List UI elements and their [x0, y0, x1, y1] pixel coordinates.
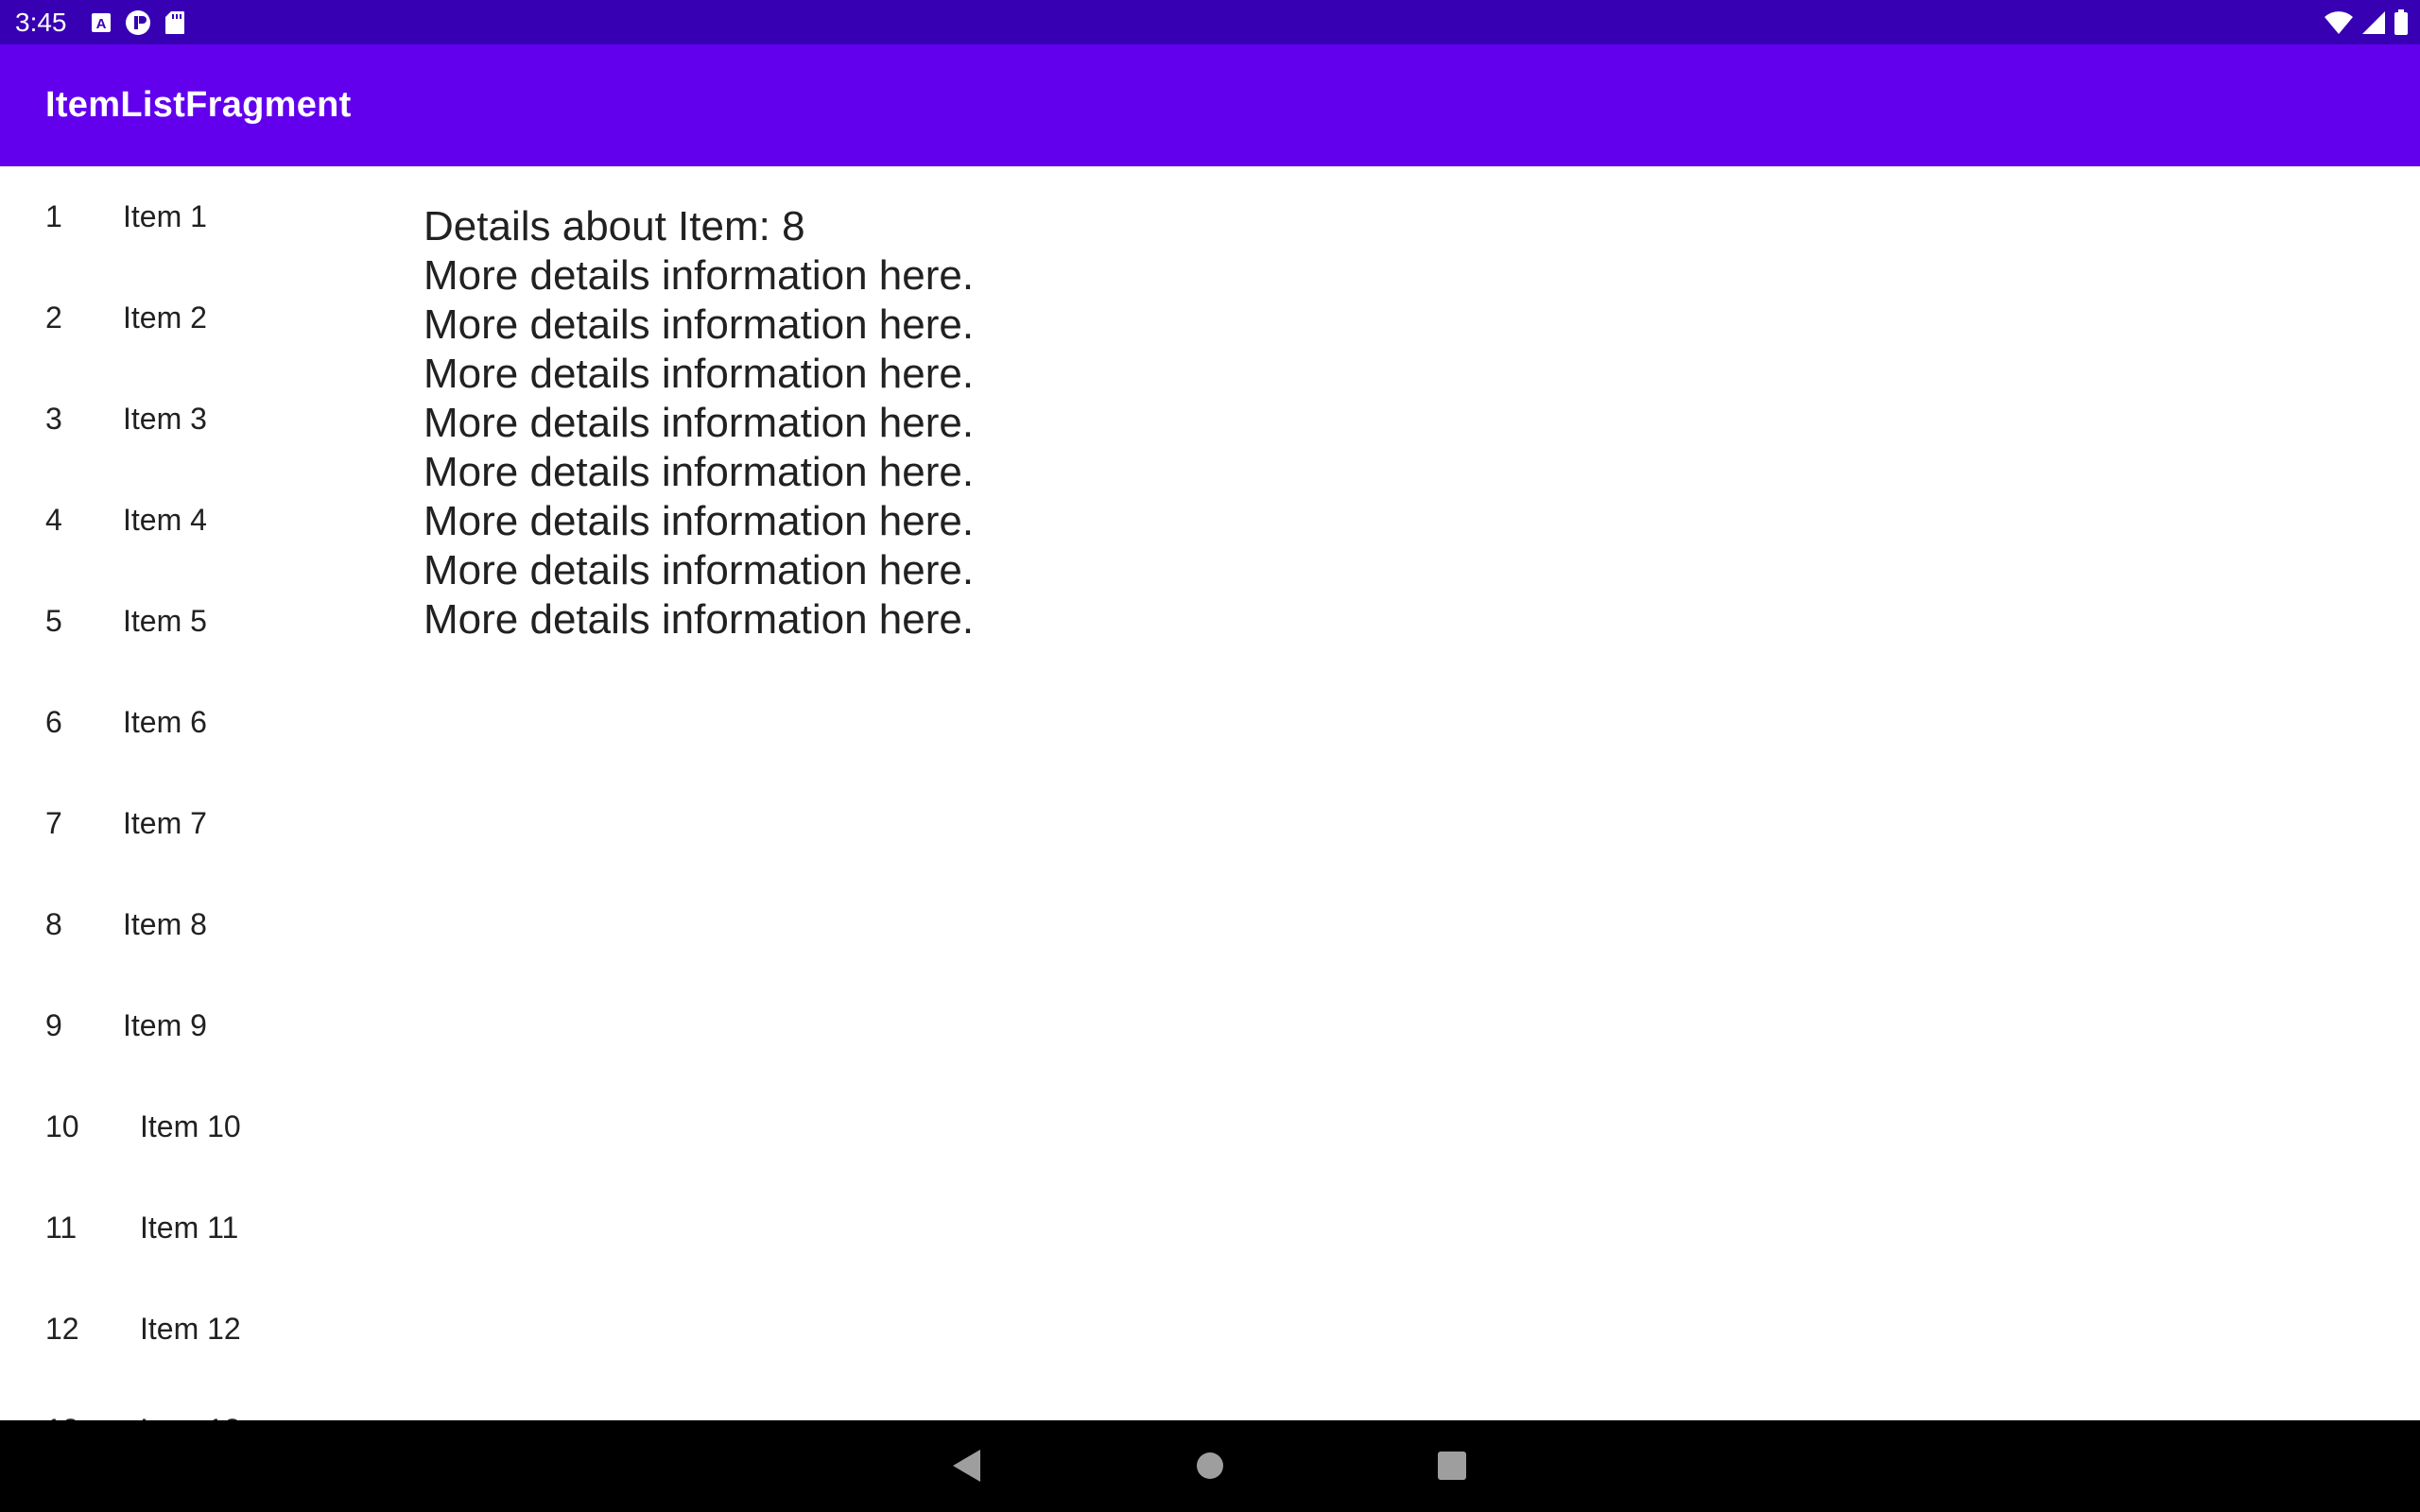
- list-item[interactable]: 9 Item 9: [0, 975, 397, 1076]
- battery-icon: [2394, 9, 2409, 36]
- status-time: 3:45: [15, 8, 67, 37]
- item-label: Item 4: [123, 503, 207, 537]
- keyboard-a-icon: A: [91, 12, 112, 33]
- svg-text:A: A: [96, 16, 107, 32]
- play-protect-icon: [125, 9, 151, 36]
- item-number: 2: [45, 301, 62, 335]
- item-label: Item 10: [140, 1109, 241, 1143]
- detail-line: More details information here.: [424, 252, 975, 299]
- cell-signal-icon: [2361, 10, 2386, 35]
- content-area: 1 Item 1 2 Item 2 3 Item 3 4 Item 4 5 It…: [0, 166, 2420, 1420]
- item-label: Item 1: [123, 199, 207, 233]
- item-label: Item 5: [123, 604, 207, 638]
- item-number: 8: [45, 907, 62, 941]
- detail-line: More details information here.: [424, 301, 975, 348]
- status-bar: 3:45 A: [0, 0, 2420, 44]
- detail-line: More details information here.: [424, 547, 975, 593]
- item-label: Item 2: [123, 301, 207, 335]
- sd-card-icon: [164, 10, 185, 35]
- item-label: Item 9: [123, 1008, 207, 1042]
- list-item[interactable]: 4 Item 4: [0, 470, 397, 571]
- item-number: 9: [45, 1008, 62, 1042]
- detail-title: Details about Item: 8: [424, 203, 805, 249]
- recents-icon[interactable]: [1435, 1447, 1469, 1489]
- status-notification-icons: A: [91, 9, 185, 36]
- list-item[interactable]: 2 Item 2: [0, 267, 397, 369]
- app-title: ItemListFragment: [45, 85, 352, 125]
- list-item[interactable]: 10 Item 10: [0, 1076, 397, 1177]
- back-icon[interactable]: [949, 1447, 983, 1489]
- item-label: Item 11: [140, 1211, 239, 1245]
- item-label: Item 7: [123, 806, 207, 840]
- detail-line: More details information here.: [424, 596, 975, 643]
- detail-line: More details information here.: [424, 498, 975, 544]
- item-number: 4: [45, 503, 62, 537]
- item-number: 6: [45, 705, 62, 739]
- item-number: 5: [45, 604, 62, 638]
- item-number: 10: [45, 1109, 79, 1143]
- item-list[interactable]: 1 Item 1 2 Item 2 3 Item 3 4 Item 4 5 It…: [0, 166, 397, 1420]
- list-item[interactable]: 11 Item 11: [0, 1177, 397, 1279]
- detail-line: More details information here.: [424, 449, 975, 495]
- wifi-icon: [2324, 10, 2354, 35]
- list-item[interactable]: 1 Item 1: [0, 166, 397, 267]
- detail-line: More details information here.: [424, 400, 975, 446]
- navigation-bar: [0, 1420, 2420, 1512]
- list-item[interactable]: 13 Item 13: [0, 1380, 397, 1420]
- item-label: Item 13: [140, 1380, 241, 1420]
- app-bar: ItemListFragment: [0, 44, 2420, 166]
- item-label: Item 8: [123, 907, 207, 941]
- list-item[interactable]: 5 Item 5: [0, 571, 397, 672]
- list-item[interactable]: 8 Item 8: [0, 874, 397, 975]
- item-number: 7: [45, 806, 62, 840]
- list-item[interactable]: 6 Item 6: [0, 672, 397, 773]
- home-icon[interactable]: [1193, 1447, 1227, 1489]
- list-item[interactable]: 7 Item 7: [0, 773, 397, 874]
- item-number: 13: [45, 1380, 79, 1420]
- item-label: Item 12: [140, 1312, 241, 1346]
- item-label: Item 3: [123, 402, 207, 436]
- item-label: Item 6: [123, 705, 207, 739]
- item-number: 1: [45, 199, 62, 233]
- detail-line: More details information here.: [424, 351, 975, 397]
- list-item[interactable]: 3 Item 3: [0, 369, 397, 470]
- status-system-icons: [2324, 9, 2409, 36]
- item-number: 3: [45, 402, 62, 436]
- item-number: 12: [45, 1312, 79, 1346]
- item-number: 11: [45, 1211, 78, 1245]
- detail-pane: Details about Item: 8 More details infor…: [424, 202, 974, 644]
- list-item[interactable]: 12 Item 12: [0, 1279, 397, 1380]
